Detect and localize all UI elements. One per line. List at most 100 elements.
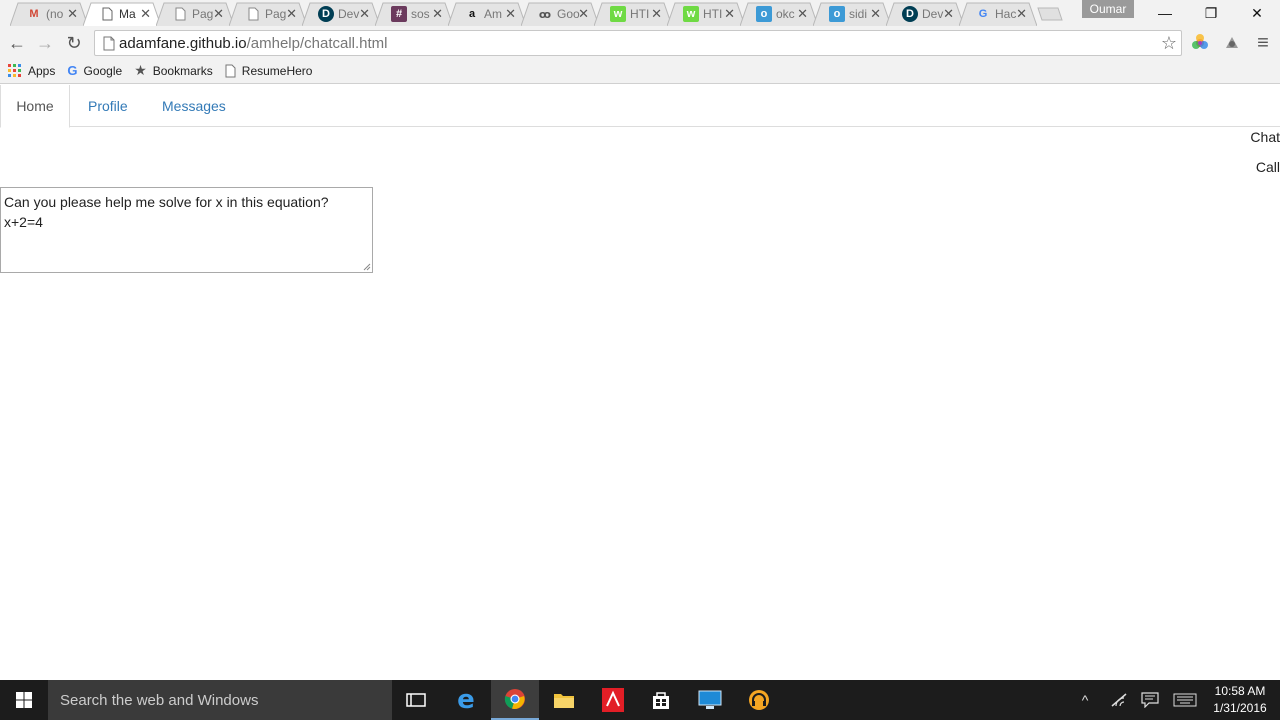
close-tab-icon[interactable]: ✕ [870, 6, 881, 22]
extension-icon[interactable] [1222, 33, 1242, 53]
show-hidden-icons-button[interactable]: ^ [1074, 680, 1096, 720]
tab-messages[interactable]: Messages [162, 85, 226, 127]
url-path: /amhelp/chatcall.html [246, 34, 388, 52]
adobe-reader-icon [602, 688, 624, 712]
message-textarea[interactable]: Can you please help me solve for x in th… [0, 187, 373, 273]
close-tab-icon[interactable]: ✕ [724, 6, 735, 22]
color-extension-icon[interactable] [1190, 33, 1210, 53]
clock-time: 10:58 AM [1214, 684, 1266, 698]
close-tab-icon[interactable]: ✕ [578, 6, 589, 22]
browser-tab[interactable]: a Am ✕ [448, 2, 526, 26]
close-tab-icon[interactable]: ✕ [651, 6, 662, 22]
chevron-up-icon: ^ [1081, 692, 1089, 708]
close-tab-icon[interactable]: ✕ [286, 6, 297, 22]
close-window-button[interactable]: ✕ [1234, 0, 1280, 26]
nav-tabs: Home Profile Messages [0, 85, 1280, 128]
browser-tab[interactable]: ꝏ Goo ✕ [521, 2, 599, 26]
store-button[interactable] [637, 680, 685, 720]
page-content: Home Profile Messages Chat Call Can you … [0, 85, 1280, 680]
bookmark-google[interactable]: G Google [67, 63, 122, 78]
wifi-icon [1111, 693, 1127, 707]
keyboard-button[interactable] [1170, 680, 1200, 720]
music-button[interactable] [735, 680, 783, 720]
file-explorer-icon [554, 694, 574, 708]
address-bar[interactable]: adamfane.github.io/amhelp/chatcall.html … [94, 30, 1182, 56]
upwork-icon: w [683, 6, 699, 22]
google-icon: G [978, 8, 988, 20]
close-tab-icon[interactable]: ✕ [505, 6, 516, 22]
close-tab-icon[interactable]: ✕ [797, 6, 808, 22]
page-icon [245, 6, 261, 22]
task-view-button[interactable] [392, 680, 440, 720]
tab-home[interactable]: Home [0, 85, 70, 128]
system-clock[interactable]: 10:58 AM 1/31/2016 [1208, 683, 1272, 717]
gmail-icon: M [29, 8, 39, 20]
bookmark-star-icon[interactable]: ☆ [1161, 33, 1177, 54]
chrome-button[interactable] [491, 680, 539, 720]
close-tab-icon[interactable]: ✕ [359, 6, 370, 22]
adobe-reader-button[interactable] [589, 680, 637, 720]
back-button[interactable]: ← [6, 32, 28, 54]
menu-icon: ≡ [1257, 31, 1269, 54]
browser-tab[interactable]: # sos ✕ [375, 2, 453, 26]
action-center-button[interactable] [1138, 680, 1162, 720]
okcupid-icon: o [756, 6, 772, 22]
minimize-button[interactable]: — [1142, 0, 1188, 26]
chrome-icon [504, 689, 525, 709]
notification-icon [1141, 692, 1159, 708]
amazon-icon: a [468, 8, 476, 20]
bookmark-resumehero[interactable]: ResumeHero [225, 64, 312, 78]
close-tab-icon[interactable]: ✕ [432, 6, 443, 22]
browser-tab[interactable]: D Dev ✕ [886, 2, 964, 26]
bookmark-label: Bookmarks [152, 63, 213, 78]
browser-toolbar: ← → ↻ adamfane.github.io/amhelp/chatcall… [0, 28, 1280, 58]
back-arrow-icon: ← [8, 32, 26, 53]
reload-button[interactable]: ↻ [63, 32, 85, 54]
browser-tab[interactable]: w HTI ✕ [594, 2, 672, 26]
browser-tab[interactable]: D Dev ✕ [302, 2, 380, 26]
tab-profile[interactable]: Profile [88, 85, 128, 127]
browser-tab-strip: M (no ✕ Ma ✕ Pag ✕ Pag ✕ D Dev ✕ # sos ✕ a Am ✕ ꝏ Goo ✕ w HTI ✕… [0, 0, 1280, 28]
devpost-icon: D [902, 6, 918, 22]
bookmark-label: Google [83, 63, 123, 78]
browser-tab[interactable]: Pag ✕ [156, 2, 234, 26]
browser-tab[interactable]: G Hac ✕ [959, 2, 1037, 26]
page-icon [172, 6, 188, 22]
new-tab-button[interactable] [1034, 7, 1064, 21]
profile-badge[interactable]: Oumar [1082, 0, 1134, 18]
taskbar-search-box[interactable]: Search the web and Windows [48, 680, 392, 720]
browser-tab[interactable]: M (no ✕ [10, 2, 88, 26]
task-view-icon [406, 693, 426, 707]
browser-tab[interactable]: o sidi ✕ [813, 2, 891, 26]
chat-button[interactable]: Chat [1250, 129, 1280, 145]
start-button[interactable] [0, 680, 48, 720]
browser-tab[interactable]: Ma ✕ [83, 2, 161, 26]
apps-grid-icon [8, 63, 21, 77]
tab-label: Home [16, 98, 54, 114]
file-explorer-button[interactable] [540, 680, 588, 720]
bookmark-label: Apps [28, 63, 56, 78]
close-tab-icon[interactable]: ✕ [67, 6, 78, 22]
close-tab-icon[interactable]: ✕ [1016, 6, 1027, 22]
browser-tab[interactable]: Pag ✕ [229, 2, 307, 26]
edge-icon: e [457, 685, 475, 715]
network-button[interactable] [1106, 680, 1132, 720]
chrome-menu-button[interactable]: ≡ [1252, 32, 1274, 54]
windows-logo-icon [16, 692, 32, 708]
resize-handle-icon[interactable] [363, 263, 371, 271]
edge-button[interactable]: e [442, 680, 490, 720]
forward-button[interactable]: → [34, 32, 56, 54]
close-tab-icon[interactable]: ✕ [213, 6, 224, 22]
close-tab-icon[interactable]: ✕ [140, 6, 151, 22]
headphones-icon [749, 690, 769, 710]
maximize-button[interactable]: ❐ [1188, 0, 1234, 26]
bookmark-apps[interactable]: Apps [8, 63, 56, 78]
call-button[interactable]: Call [1256, 159, 1280, 175]
browser-tab[interactable]: w HTI ✕ [667, 2, 745, 26]
close-tab-icon[interactable]: ✕ [943, 6, 954, 22]
lenovo-button[interactable] [686, 680, 734, 720]
browser-tab[interactable]: o okc ✕ [740, 2, 818, 26]
bookmark-bookmarks[interactable]: ★ Bookmarks [134, 62, 213, 79]
lenovo-icon [698, 690, 722, 709]
slack-icon: # [391, 6, 407, 22]
